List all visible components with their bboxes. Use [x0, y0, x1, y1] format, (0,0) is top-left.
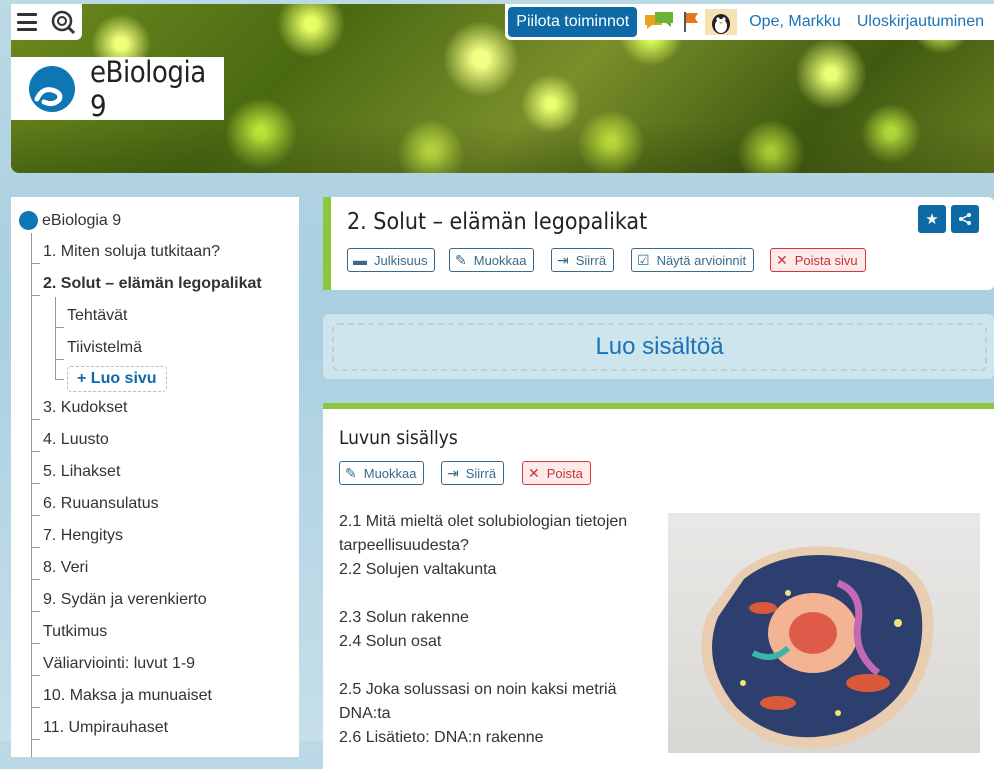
move-icon: ⇥: [557, 251, 569, 268]
sidebar-item[interactable]: 9. Sydän ja verenkierto: [43, 591, 207, 609]
search-icon[interactable]: [50, 9, 76, 35]
flag-icon[interactable]: [681, 10, 701, 34]
sidebar-nav: eBiologia 9 1. Miten soluja tutkitaan? 2…: [11, 197, 299, 757]
pencil-icon: ✎: [455, 251, 467, 268]
top-left-tools: [11, 4, 82, 40]
star-icon[interactable]: ★: [918, 205, 946, 233]
sidebar-subitem[interactable]: Tiivistelmä: [67, 339, 142, 357]
move-button[interactable]: ⇥ Siirrä: [551, 248, 615, 272]
create-page-button[interactable]: + Luo sivu: [67, 366, 167, 392]
sidebar-item-active[interactable]: 2. Solut – elämän legopalikat: [43, 275, 262, 293]
delete-page-button[interactable]: ✕ Poista sivu: [770, 248, 866, 272]
logo-icon: [29, 65, 75, 112]
toc-spacer: [339, 654, 639, 678]
printer-icon: ▬: [353, 252, 367, 268]
move-icon: ⇥: [447, 464, 459, 481]
sidebar-item[interactable]: 11. Umpirauhaset: [43, 719, 168, 737]
toc-edit-button[interactable]: ✎ Muokkaa: [339, 461, 425, 485]
close-icon: ✕: [776, 251, 788, 268]
sidebar-item[interactable]: 6. Ruuansulatus: [43, 495, 159, 513]
show-ratings-button[interactable]: ☑ Näytä arvioinnit: [631, 248, 755, 272]
cell-illustration: [668, 513, 980, 753]
edit-button[interactable]: ✎ Muokkaa: [449, 248, 535, 272]
toc-delete-button[interactable]: ✕ Poista: [522, 461, 591, 485]
sidebar-item[interactable]: 7. Hengitys: [43, 527, 123, 545]
sidebar-item[interactable]: 10. Maksa ja munuaiset: [43, 687, 212, 705]
sidebar-item[interactable]: Väliarviointi: luvut 1-9: [43, 655, 195, 673]
pencil-icon: ✎: [345, 464, 357, 481]
menu-icon[interactable]: [17, 13, 38, 31]
nav-root[interactable]: eBiologia 9: [19, 211, 121, 230]
nav-root-label: eBiologia 9: [42, 211, 122, 229]
checkbox-icon: ☑: [637, 251, 650, 268]
share-icon[interactable]: [951, 205, 979, 233]
sidebar-item[interactable]: 5. Lihakset: [43, 463, 120, 481]
avatar-icon[interactable]: [705, 9, 738, 35]
user-link[interactable]: Ope, Markku: [749, 13, 841, 31]
toc-spacer: [339, 582, 639, 606]
chat-icon[interactable]: [643, 9, 675, 35]
sidebar-item[interactable]: 1. Miten soluja tutkitaan?: [43, 243, 220, 261]
toc-link[interactable]: 2.4 Solun osat: [339, 630, 639, 654]
page-title: 2. Solut – elämän legopalikat: [347, 209, 648, 235]
logout-link[interactable]: Uloskirjautuminen: [857, 13, 984, 31]
sidebar-item[interactable]: 3. Kudokset: [43, 399, 128, 417]
toc-link[interactable]: 2.6 Lisätieto: DNA:n rakenne: [339, 726, 639, 750]
create-content-button[interactable]: Luo sisältöä: [332, 323, 987, 371]
site-logo[interactable]: eBiologia 9: [11, 54, 224, 123]
sidebar-subitem[interactable]: Tehtävät: [67, 307, 127, 325]
toc-list: 2.1 Mitä mieltä olet solubiologian tieto…: [339, 510, 639, 750]
create-content-area: Luo sisältöä: [323, 314, 994, 379]
toc-card: Luvun sisällys ✎ Muokkaa ⇥ Siirrä ✕ Poista …: [323, 403, 994, 769]
page-title-card: 2. Solut – elämän legopalikat ★ ▬ Julkisu…: [323, 197, 994, 290]
publicity-button[interactable]: ▬ Julkisuus: [347, 248, 436, 272]
toc-link[interactable]: 2.1 Mitä mieltä olet solubiologian tieto…: [339, 510, 639, 558]
sidebar-item[interactable]: 4. Luusto: [43, 431, 109, 449]
toc-link[interactable]: 2.3 Solun rakenne: [339, 606, 639, 630]
logo-small-icon: [19, 211, 38, 230]
sidebar-item[interactable]: Tutkimus: [43, 623, 107, 641]
close-icon: ✕: [528, 464, 540, 481]
top-bar: Piilota toiminnot Ope, Markku Uloskirjau…: [505, 4, 994, 40]
toc-title: Luvun sisällys: [339, 427, 458, 449]
logo-text: eBiologia 9: [90, 54, 206, 123]
hide-tools-button[interactable]: Piilota toiminnot: [508, 7, 638, 37]
toc-move-button[interactable]: ⇥ Siirrä: [441, 461, 505, 485]
sidebar-item[interactable]: 8. Veri: [43, 559, 88, 577]
toc-link[interactable]: 2.5 Joka solussasi on noin kaksi metriä …: [339, 678, 639, 726]
toc-link[interactable]: 2.2 Solujen valtakunta: [339, 558, 639, 582]
